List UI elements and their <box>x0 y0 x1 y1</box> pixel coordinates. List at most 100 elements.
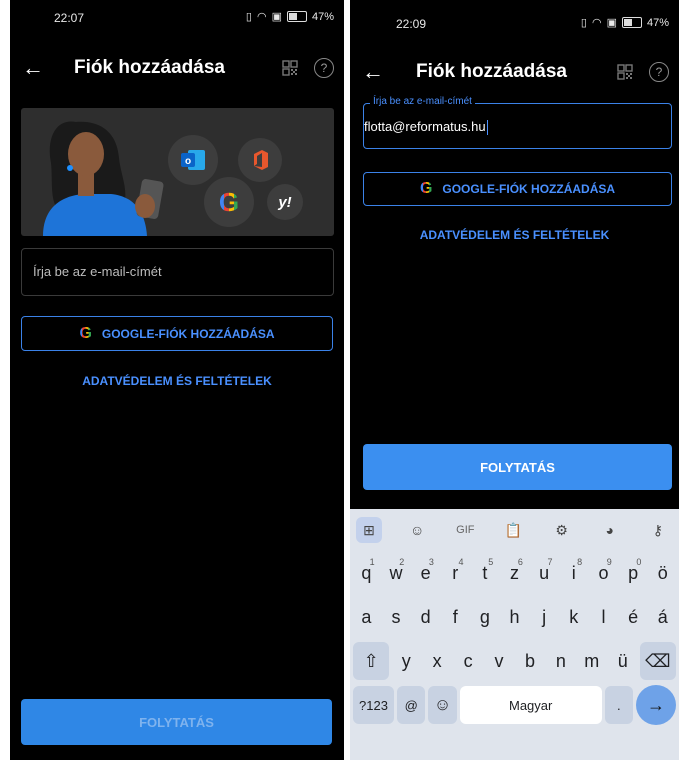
key-o[interactable]: o9 <box>590 554 617 592</box>
add-google-account-button[interactable]: G GOOGLE-FIÓK HOZZÁADÁSA <box>21 316 333 351</box>
wifi-icon: ◠ <box>256 11 267 23</box>
key-b[interactable]: b <box>516 642 544 680</box>
space-key[interactable]: Magyar <box>459 686 602 724</box>
on-screen-keyboard: ⊞ ☺ GIF 📋 ⚙ ◕ ⚷ q1w2e3r4t5z6u7i8o9p0ö as… <box>350 509 679 760</box>
key-á[interactable]: á <box>649 598 676 636</box>
enter-arrow-icon[interactable]: → <box>635 685 676 725</box>
email-input[interactable]: Írja be az e-mail-címét <box>21 248 334 296</box>
add-google-account-label: GOOGLE-FIÓK HOZZÁADÁSA <box>101 326 275 341</box>
yahoo-icon: y! <box>267 184 303 220</box>
backspace-key-icon[interactable]: ⌫ <box>639 642 676 680</box>
battery-icon <box>286 11 307 22</box>
key-w[interactable]: w2 <box>383 554 410 592</box>
key-h[interactable]: h <box>501 598 528 636</box>
svg-text:o: o <box>185 156 191 167</box>
status-bar: 22:07 ▯ ◠ ▣ 47% <box>10 0 344 34</box>
key-k[interactable]: k <box>560 598 587 636</box>
status-icons: ▯ ◠ ▣ 47% <box>246 10 334 24</box>
sim-icon: ▣ <box>606 17 617 29</box>
privacy-terms-link[interactable]: ADATVÉDELEM ÉS FELTÉTELEK <box>350 228 679 242</box>
continue-button[interactable]: FOLYTATÁS <box>21 699 332 745</box>
text-cursor <box>486 120 489 136</box>
key-z[interactable]: z6 <box>501 554 528 592</box>
key-x[interactable]: x <box>423 642 451 680</box>
key-ö[interactable]: ö <box>649 554 676 592</box>
back-arrow-icon[interactable]: ← <box>362 59 384 85</box>
keyboard-row-3: ⇧ y x c v b n m ü ⌫ <box>350 639 679 683</box>
wifi-icon: ◠ <box>591 17 602 29</box>
screenshot-right: 22:09 ▯ ◠ ▣ 47% ← Fiók hozzáadása ? Írja… <box>350 0 679 760</box>
screenshot-left: 22:07 ▯ ◠ ▣ 47% ← Fiók hozzáadása ? o G … <box>10 0 344 760</box>
app-bar: ← Fiók hozzáadása ? <box>350 52 679 92</box>
page-title: Fiók hozzáadása <box>74 57 225 78</box>
add-google-account-button[interactable]: G GOOGLE-FIÓK HOZZÁADÁSA <box>363 172 672 206</box>
battery-icon <box>621 17 642 28</box>
key-ü[interactable]: ü <box>609 642 637 680</box>
keyboard-row-4: ?123 @ ☺ Magyar . → <box>350 683 679 727</box>
privacy-terms-link[interactable]: ADATVÉDELEM ÉS FELTÉTELEK <box>10 374 344 388</box>
page-title: Fiók hozzáadása <box>416 61 567 82</box>
gif-button[interactable]: GIF <box>452 517 478 543</box>
battery-percent: 47% <box>311 10 334 23</box>
key-u[interactable]: u7 <box>531 554 558 592</box>
key-q[interactable]: q1 <box>353 554 380 592</box>
keyboard-row-1: q1w2e3r4t5z6u7i8o9p0ö <box>350 551 679 595</box>
key-g[interactable]: g <box>472 598 499 636</box>
at-key[interactable]: @ <box>396 686 426 724</box>
qr-code-icon[interactable] <box>282 60 298 76</box>
keyboard-toolbar: ⊞ ☺ GIF 📋 ⚙ ◕ ⚷ <box>350 509 679 551</box>
office-icon <box>238 138 282 182</box>
key-l[interactable]: l <box>590 598 617 636</box>
keyboard-row-2: asdfghjkléá <box>350 595 679 639</box>
outlook-icon: o <box>168 135 218 185</box>
key-c[interactable]: c <box>454 642 482 680</box>
clipboard-icon[interactable]: 📋 <box>500 517 526 543</box>
google-icon: G <box>204 177 254 227</box>
email-value: flotta@reformatus.hu <box>364 119 486 134</box>
google-icon: G <box>419 180 433 197</box>
email-input[interactable]: Írja be az e-mail-címét flotta@reformatu… <box>363 96 672 149</box>
hero-illustration: o G y! <box>21 108 334 236</box>
help-icon[interactable]: ? <box>649 62 669 82</box>
back-arrow-icon[interactable]: ← <box>22 55 44 81</box>
app-bar: ← Fiók hozzáadása ? <box>10 48 344 88</box>
vibrate-icon: ▯ <box>580 17 587 29</box>
key-y[interactable]: y <box>392 642 420 680</box>
key-n[interactable]: n <box>547 642 575 680</box>
email-placeholder: Írja be az e-mail-címét <box>33 264 162 279</box>
key-i[interactable]: i8 <box>560 554 587 592</box>
key-é[interactable]: é <box>620 598 647 636</box>
numbers-key[interactable]: ?123 <box>353 686 394 724</box>
period-key[interactable]: . <box>604 686 633 724</box>
apps-grid-icon[interactable]: ⊞ <box>356 517 382 543</box>
key-m[interactable]: m <box>578 642 606 680</box>
battery-percent: 47% <box>646 16 669 29</box>
key-j[interactable]: j <box>531 598 558 636</box>
sticker-icon[interactable]: ☺ <box>404 517 430 543</box>
settings-gear-icon[interactable]: ⚙ <box>549 517 575 543</box>
status-time: 22:07 <box>54 11 85 25</box>
key-d[interactable]: d <box>412 598 439 636</box>
key-a[interactable]: a <box>353 598 380 636</box>
key-e[interactable]: e3 <box>412 554 439 592</box>
add-google-account-label: GOOGLE-FIÓK HOZZÁADÁSA <box>442 182 616 196</box>
key-icon[interactable]: ⚷ <box>645 517 671 543</box>
shift-key-icon[interactable]: ⇧ <box>353 642 390 680</box>
key-t[interactable]: t5 <box>472 554 499 592</box>
emoji-key-icon[interactable]: ☺ <box>428 686 457 724</box>
key-v[interactable]: v <box>485 642 513 680</box>
palette-icon[interactable]: ◕ <box>597 517 623 543</box>
sim-icon: ▣ <box>271 11 282 23</box>
email-field-label: Írja be az e-mail-címét <box>370 96 475 107</box>
help-icon[interactable]: ? <box>314 58 334 78</box>
key-f[interactable]: f <box>442 598 469 636</box>
key-s[interactable]: s <box>383 598 410 636</box>
google-icon: G <box>79 324 92 342</box>
key-p[interactable]: p0 <box>620 554 647 592</box>
status-time: 22:09 <box>396 17 427 31</box>
key-r[interactable]: r4 <box>442 554 469 592</box>
status-bar: 22:09 ▯ ◠ ▣ 47% <box>350 0 679 34</box>
qr-code-icon[interactable] <box>617 64 633 80</box>
continue-button[interactable]: FOLYTATÁS <box>363 444 672 490</box>
email-value-line: flotta@reformatus.hu <box>364 119 489 136</box>
